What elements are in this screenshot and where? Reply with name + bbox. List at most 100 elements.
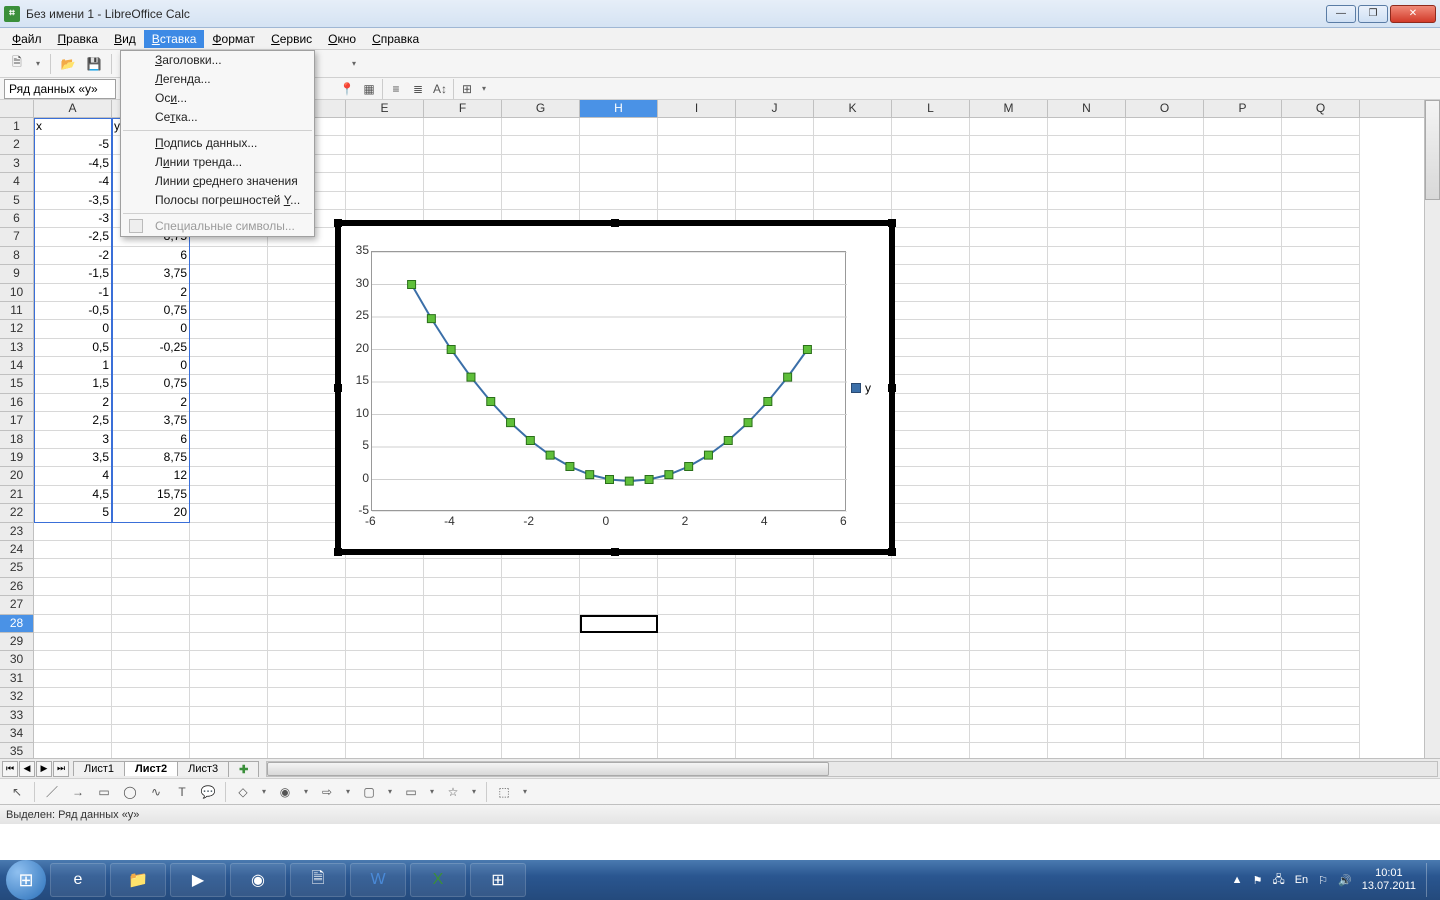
cell[interactable]	[1282, 486, 1360, 504]
cell[interactable]	[34, 688, 112, 706]
cell[interactable]	[580, 578, 658, 596]
restore-button[interactable]: ❐	[1358, 5, 1388, 23]
cell[interactable]	[1282, 247, 1360, 265]
cell[interactable]	[190, 596, 268, 614]
cell[interactable]	[814, 559, 892, 577]
cell[interactable]	[814, 596, 892, 614]
cell[interactable]	[346, 615, 424, 633]
cell[interactable]	[34, 523, 112, 541]
chart-legend[interactable]: y	[851, 381, 871, 395]
cell[interactable]	[1048, 375, 1126, 393]
cell[interactable]	[502, 651, 580, 669]
cell[interactable]	[1126, 725, 1204, 743]
cell[interactable]	[346, 118, 424, 136]
cell[interactable]: -3	[34, 210, 112, 228]
cell[interactable]	[970, 192, 1048, 210]
cell[interactable]	[970, 265, 1048, 283]
cell[interactable]	[268, 725, 346, 743]
cell[interactable]	[190, 578, 268, 596]
menu-правка[interactable]: Правка	[50, 30, 107, 48]
cell[interactable]	[1126, 284, 1204, 302]
cell[interactable]	[1126, 633, 1204, 651]
cell[interactable]	[1048, 247, 1126, 265]
dropdown-icon[interactable]: ▾	[426, 787, 438, 796]
row-header[interactable]: 27	[0, 596, 34, 614]
row-header[interactable]: 3	[0, 155, 34, 173]
cell[interactable]	[892, 247, 970, 265]
cell[interactable]: 0	[34, 320, 112, 338]
cell[interactable]	[1126, 596, 1204, 614]
cell[interactable]	[34, 541, 112, 559]
row-header[interactable]: 6	[0, 210, 34, 228]
cell[interactable]	[190, 449, 268, 467]
row-header[interactable]: 20	[0, 467, 34, 485]
select-all-corner[interactable]	[0, 100, 34, 117]
row-header[interactable]: 8	[0, 247, 34, 265]
cell[interactable]	[736, 192, 814, 210]
cell[interactable]: -0,25	[112, 339, 190, 357]
cell[interactable]: 3,5	[34, 449, 112, 467]
cell[interactable]	[970, 394, 1048, 412]
sheet-tab-Лист2[interactable]: Лист2	[124, 761, 178, 776]
column-header-Q[interactable]: Q	[1282, 100, 1360, 117]
cell[interactable]	[658, 155, 736, 173]
cell[interactable]	[1282, 523, 1360, 541]
cell[interactable]	[1048, 670, 1126, 688]
menu-окно[interactable]: Окно	[320, 30, 364, 48]
cell[interactable]	[190, 559, 268, 577]
cell[interactable]	[892, 339, 970, 357]
menu-справка[interactable]: Справка	[364, 30, 427, 48]
cell[interactable]: 0,5	[34, 339, 112, 357]
cell[interactable]	[814, 118, 892, 136]
cell[interactable]	[112, 725, 190, 743]
cell[interactable]	[1048, 596, 1126, 614]
row-header[interactable]: 19	[0, 449, 34, 467]
text-icon[interactable]: T	[171, 781, 193, 803]
cell[interactable]	[346, 559, 424, 577]
cell[interactable]	[1048, 633, 1126, 651]
row-header[interactable]: 7	[0, 228, 34, 246]
cell[interactable]	[892, 449, 970, 467]
cell[interactable]	[34, 596, 112, 614]
cell[interactable]	[970, 523, 1048, 541]
cell[interactable]	[190, 615, 268, 633]
cell[interactable]: 6	[112, 247, 190, 265]
cell[interactable]	[1282, 210, 1360, 228]
dropdown-icon[interactable]: ▾	[300, 787, 312, 796]
cell[interactable]	[814, 670, 892, 688]
dropdown-icon[interactable]: ▾	[342, 787, 354, 796]
row-header[interactable]: 29	[0, 633, 34, 651]
cell[interactable]	[970, 155, 1048, 173]
close-button[interactable]: ✕	[1390, 5, 1436, 23]
cell[interactable]	[190, 688, 268, 706]
cell[interactable]	[970, 486, 1048, 504]
cell[interactable]: -2	[34, 247, 112, 265]
cell[interactable]: 12	[112, 467, 190, 485]
cell[interactable]: 3,75	[112, 412, 190, 430]
cell[interactable]	[1282, 284, 1360, 302]
cell[interactable]	[1048, 504, 1126, 522]
cell[interactable]	[268, 670, 346, 688]
cell[interactable]	[190, 394, 268, 412]
cell[interactable]	[1282, 320, 1360, 338]
ellipse-icon[interactable]: ◯	[119, 781, 141, 803]
row-header[interactable]: 31	[0, 670, 34, 688]
tray-lang[interactable]: En	[1295, 874, 1308, 886]
cell[interactable]	[1204, 339, 1282, 357]
cell[interactable]	[1048, 118, 1126, 136]
cell[interactable]	[814, 725, 892, 743]
cell[interactable]	[190, 633, 268, 651]
cell[interactable]	[1204, 559, 1282, 577]
cell[interactable]	[970, 375, 1048, 393]
cell[interactable]	[1048, 486, 1126, 504]
cell[interactable]	[34, 670, 112, 688]
menu-вид[interactable]: Вид	[106, 30, 144, 48]
cell[interactable]	[580, 725, 658, 743]
chart-plot-area[interactable]	[371, 251, 846, 511]
row-header[interactable]: 10	[0, 284, 34, 302]
cell[interactable]	[814, 688, 892, 706]
cell[interactable]	[1282, 688, 1360, 706]
cell[interactable]	[502, 559, 580, 577]
cell[interactable]	[1126, 449, 1204, 467]
scrollbar-thumb[interactable]	[1425, 100, 1440, 200]
